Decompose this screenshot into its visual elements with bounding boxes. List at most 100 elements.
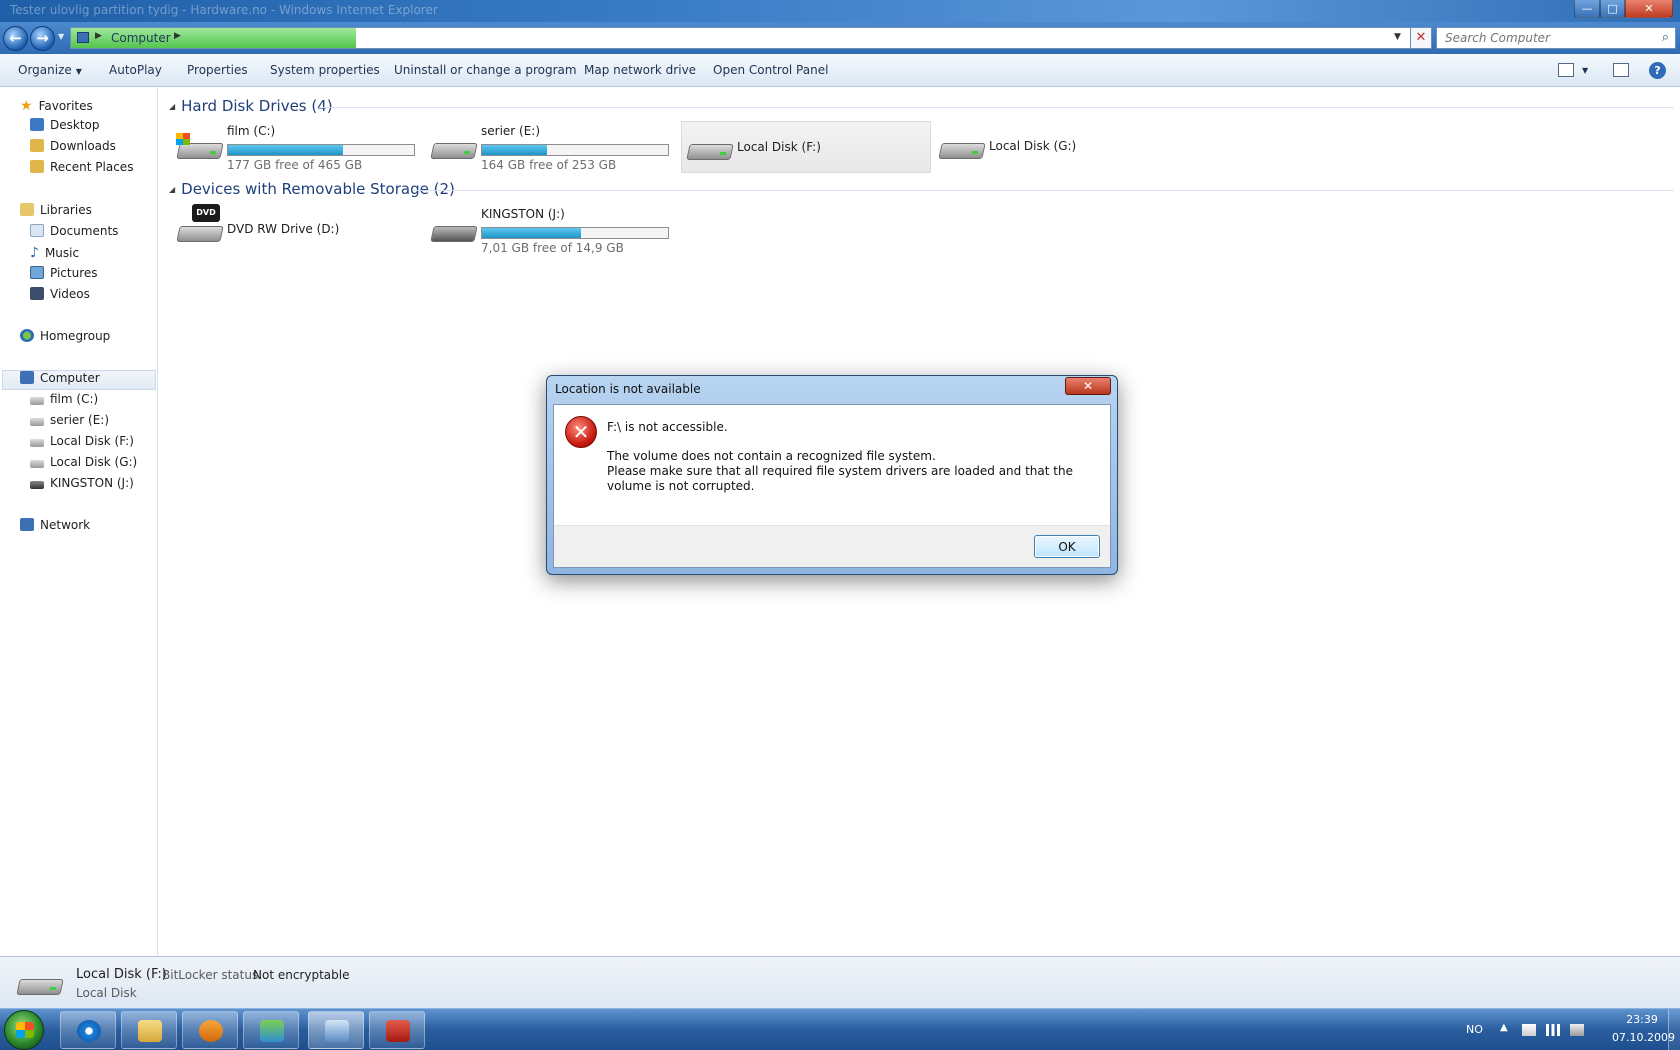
drive-e-tile[interactable]: serier (E:) 164 GB free of 253 GB: [426, 121, 676, 173]
network-icon: [20, 518, 34, 531]
search-icon[interactable]: ⌕: [1662, 30, 1669, 45]
drive-name: Local Disk (G:): [989, 139, 1077, 153]
drive-name: Local Disk (F:): [737, 140, 821, 154]
recent-pages-dropdown[interactable]: ▼: [58, 32, 64, 41]
bitlocker-value: Not encryptable: [253, 968, 350, 982]
nav-label: Libraries: [40, 203, 92, 217]
nav-network[interactable]: Network: [20, 518, 90, 538]
drive-c-tile[interactable]: film (C:) 177 GB free of 465 GB: [172, 121, 422, 173]
nav-label: Homegroup: [40, 329, 111, 343]
nav-favorites[interactable]: ★ Favorites: [20, 98, 93, 118]
group-label: Devices with Removable Storage (2): [181, 180, 455, 198]
taskbar-toolbox[interactable]: [369, 1011, 425, 1049]
videos-icon: [30, 287, 44, 300]
nav-drive-e[interactable]: serier (E:): [30, 413, 109, 433]
forward-button[interactable]: →: [30, 26, 55, 51]
minimize-button[interactable]: —: [1574, 0, 1600, 18]
action-center-icon[interactable]: [1522, 1024, 1536, 1036]
hard-drive-icon: [30, 439, 44, 447]
close-window-button[interactable]: ✕: [1625, 0, 1673, 18]
libraries-icon: [20, 203, 34, 216]
documents-icon: [30, 224, 44, 237]
hard-drive-icon: [16, 971, 64, 999]
usage-bar: [227, 144, 415, 156]
windows-logo-icon: [16, 1022, 34, 1038]
start-button[interactable]: [4, 1010, 44, 1050]
uninstall-program-button[interactable]: Uninstall or change a program: [394, 63, 577, 77]
collapse-triangle-icon[interactable]: ◢: [169, 185, 175, 194]
nav-desktop[interactable]: Desktop: [30, 118, 100, 138]
taskbar-internet-explorer[interactable]: [60, 1011, 116, 1049]
nav-downloads[interactable]: Downloads: [30, 139, 116, 159]
address-bar[interactable]: ▶ Computer ▶ ▼: [70, 27, 1430, 49]
nav-label: Computer: [40, 371, 100, 385]
breadcrumb-arrow-icon[interactable]: ▶: [174, 31, 181, 41]
hdd-group-header[interactable]: ◢ Hard Disk Drives (4): [169, 97, 333, 115]
nav-drive-j[interactable]: KINGSTON (J:): [30, 476, 134, 496]
search-box[interactable]: ⌕: [1436, 27, 1676, 49]
error-dialog: Location is not available ✕ ✕ F:\ is not…: [546, 375, 1118, 575]
nav-drive-c[interactable]: film (C:): [30, 392, 98, 412]
nav-documents[interactable]: Documents: [30, 224, 118, 244]
nav-label: KINGSTON (J:): [50, 476, 134, 490]
back-button[interactable]: ←: [3, 26, 28, 51]
view-options-dropdown-icon[interactable]: ▼: [1582, 66, 1588, 75]
removable-group-header[interactable]: ◢ Devices with Removable Storage (2): [169, 180, 455, 198]
map-network-drive-button[interactable]: Map network drive: [584, 63, 696, 77]
taskbar-explorer[interactable]: [121, 1011, 177, 1049]
nav-label: Local Disk (F:): [50, 434, 134, 448]
network-signal-icon[interactable]: [1546, 1024, 1560, 1036]
taskbar-computer-window[interactable]: [308, 1011, 364, 1049]
nav-recent-places[interactable]: Recent Places: [30, 160, 133, 180]
nav-label: Network: [40, 518, 91, 532]
drive-g-tile[interactable]: Local Disk (G:): [934, 121, 1184, 173]
breadcrumb-computer[interactable]: Computer: [111, 31, 171, 45]
stop-button[interactable]: ✕: [1410, 27, 1432, 49]
taskbar-media-player[interactable]: [182, 1011, 238, 1049]
address-dropdown-icon[interactable]: ▼: [1394, 32, 1401, 42]
nav-homegroup[interactable]: Homegroup: [20, 329, 110, 349]
nav-pictures[interactable]: Pictures: [30, 266, 98, 286]
dvd-drive-icon: DVD: [176, 204, 224, 246]
desktop-icon: [30, 118, 44, 131]
nav-libraries[interactable]: Libraries: [20, 203, 92, 223]
drive-d-tile[interactable]: DVD DVD RW Drive (D:): [172, 204, 422, 256]
nav-drive-f[interactable]: Local Disk (F:): [30, 434, 134, 454]
nav-videos[interactable]: Videos: [30, 287, 90, 307]
hard-drive-icon: [686, 136, 734, 164]
search-input[interactable]: [1437, 28, 1647, 48]
hard-drive-icon: [30, 460, 44, 468]
help-icon[interactable]: ?: [1649, 62, 1666, 79]
nav-computer[interactable]: Computer: [2, 370, 156, 390]
organize-button[interactable]: Organize ▼: [18, 63, 82, 77]
recent-places-icon: [30, 160, 44, 173]
open-control-panel-button[interactable]: Open Control Panel: [713, 63, 828, 77]
show-hidden-icons-icon[interactable]: ▲: [1500, 1022, 1508, 1033]
ok-button[interactable]: OK: [1034, 535, 1100, 558]
drive-f-tile[interactable]: Local Disk (F:): [681, 121, 931, 173]
taskbar: NO ▲ 23:39 07.10.2009: [0, 1008, 1680, 1050]
usage-bar-fill: [228, 145, 344, 155]
preview-pane-icon[interactable]: [1613, 63, 1629, 77]
input-language[interactable]: NO: [1466, 1023, 1483, 1036]
clock-time[interactable]: 23:39: [1612, 1013, 1672, 1026]
drive-j-tile[interactable]: KINGSTON (J:) 7,01 GB free of 14,9 GB: [426, 204, 676, 256]
drive-name: serier (E:): [481, 124, 541, 138]
change-view-icon[interactable]: [1558, 63, 1574, 77]
system-properties-button[interactable]: System properties: [270, 63, 380, 77]
music-icon: ♪: [30, 245, 39, 261]
autoplay-button[interactable]: AutoPlay: [109, 63, 162, 77]
collapse-triangle-icon[interactable]: ◢: [169, 102, 175, 111]
nav-drive-g[interactable]: Local Disk (G:): [30, 455, 137, 475]
maximize-button[interactable]: □: [1600, 0, 1625, 18]
bitlocker-label: BitLocker status:: [162, 968, 263, 982]
volume-muted-icon[interactable]: [1570, 1024, 1584, 1036]
nav-music[interactable]: ♪ Music: [30, 245, 79, 265]
drive-free-space: 177 GB free of 465 GB: [227, 158, 363, 172]
taskbar-messenger[interactable]: [243, 1011, 299, 1049]
clock-date[interactable]: 07.10.2009: [1612, 1031, 1675, 1044]
breadcrumb-arrow-icon[interactable]: ▶: [95, 31, 102, 41]
properties-button[interactable]: Properties: [187, 63, 248, 77]
show-desktop-button[interactable]: [1668, 1009, 1680, 1050]
dialog-close-button[interactable]: ✕: [1065, 377, 1111, 395]
